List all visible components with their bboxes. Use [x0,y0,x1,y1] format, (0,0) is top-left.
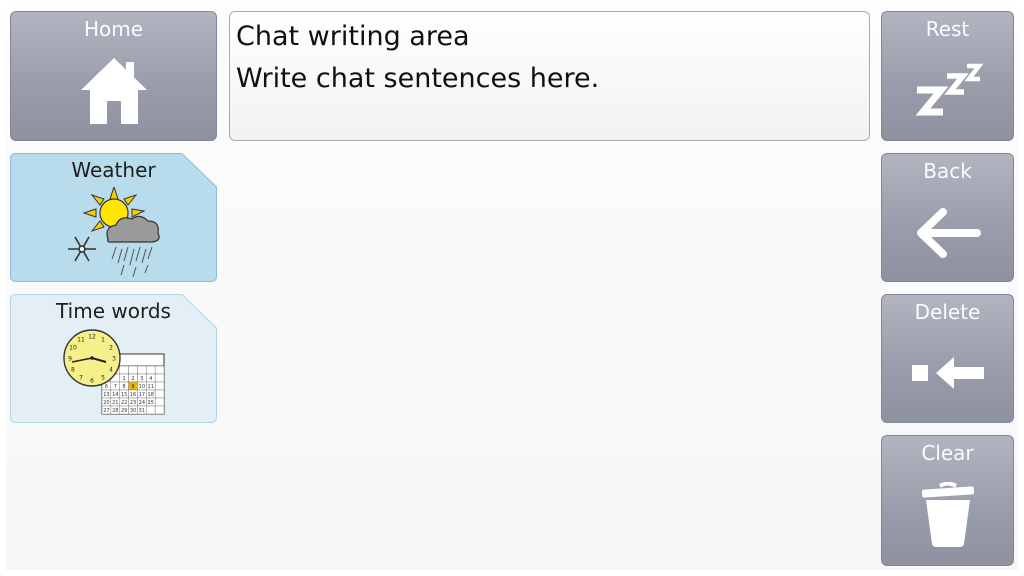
calendar-cell [145,365,155,375]
clock-number: 2 [109,345,113,352]
calendar-day: 13 [103,392,109,398]
calendar-day: 9 [131,384,134,390]
delete-button[interactable]: Delete [881,294,1014,423]
delete-label: Delete [914,300,981,324]
clock-number: 12 [88,334,96,341]
calendar-day: 8 [122,384,125,390]
home-label: Home [83,17,144,41]
clock-number: 5 [101,375,105,382]
calendar-day: 24 [138,400,144,406]
clear-button[interactable]: Clear [881,435,1014,566]
calendar-cell [154,397,164,407]
folder-time-words-label: Time words [56,299,171,323]
clock-number: 11 [77,336,85,343]
clock-number: 3 [112,356,116,363]
calendar-day: 22 [120,400,126,406]
calendar-day: 28 [112,408,118,414]
clock-number: 4 [109,367,113,374]
calendar-day: 6 [104,384,107,390]
rest-button[interactable]: Rest [881,11,1014,141]
house-icon [80,58,147,124]
calendar-day: 20 [103,400,109,406]
calendar-cell [154,389,164,399]
clock-number: 6 [90,378,94,385]
calendar-day: 15 [120,392,126,398]
calendar-day: 17 [138,392,144,398]
back-label: Back [923,159,972,183]
calendar-day: 4 [149,376,152,382]
zzz-sleep-icon [915,63,983,116]
calendar-day: 10 [138,384,144,390]
trash-icon [921,482,974,547]
rest-label: Rest [925,17,970,41]
calendar-day: 29 [120,408,126,414]
folder-weather[interactable]: Weather [10,153,217,282]
calendar-day: 16 [129,392,135,398]
calendar-cell [154,365,164,375]
backspace-icon [911,357,984,389]
back-button[interactable]: Back [881,153,1014,282]
calendar-cell [127,365,138,375]
calendar-day: 3 [140,376,143,382]
chat-title: Chat writing area [236,21,470,52]
calendar-day: 25 [147,400,153,406]
clock-number: 7 [79,375,83,382]
clock-number: 10 [69,345,77,352]
weather-sun-cloud-snow-icon [67,187,160,277]
clear-label: Clear [921,441,974,465]
calendar-day: 31 [138,408,144,414]
clock-number: 9 [68,356,72,363]
folder-time-words[interactable]: Time words 1 2 3 4 6 7 8 9 10 11 13 14 15 16 17 18 20 21 2… [10,294,217,423]
calendar-cell [154,373,164,383]
folder-weather-label: Weather [71,158,156,182]
chat-writing-area[interactable]: Chat writing area Write chat sentences h… [229,11,870,141]
calendar-day: 11 [147,384,153,390]
calendar-cell [154,381,164,391]
clock-calendar-icon: 1 2 3 46 7 8 9 10 1113 14 15 16 17 1820 21 22 23 24 2527 28… [62,329,164,415]
calendar-cell [154,405,164,415]
calendar-day: 30 [129,408,135,414]
calendar-day: 14 [112,392,118,398]
arrow-left-icon [916,208,981,258]
calendar-cell [145,405,155,415]
calendar-cell [136,365,146,375]
calendar-day: 18 [147,392,153,398]
calendar-day: 7 [113,384,116,390]
home-button[interactable]: Home [10,11,217,141]
calendar-cell [119,365,129,375]
calendar-day: 21 [112,400,118,406]
calendar-day: 2 [131,376,134,382]
calendar-day: 1 [122,376,125,382]
calendar-day: 27 [103,408,109,414]
calendar-day: 23 [129,400,135,406]
clock-number: 8 [71,367,75,374]
chat-placeholder: Write chat sentences here. [236,63,600,94]
clock-number: 1 [101,336,105,343]
